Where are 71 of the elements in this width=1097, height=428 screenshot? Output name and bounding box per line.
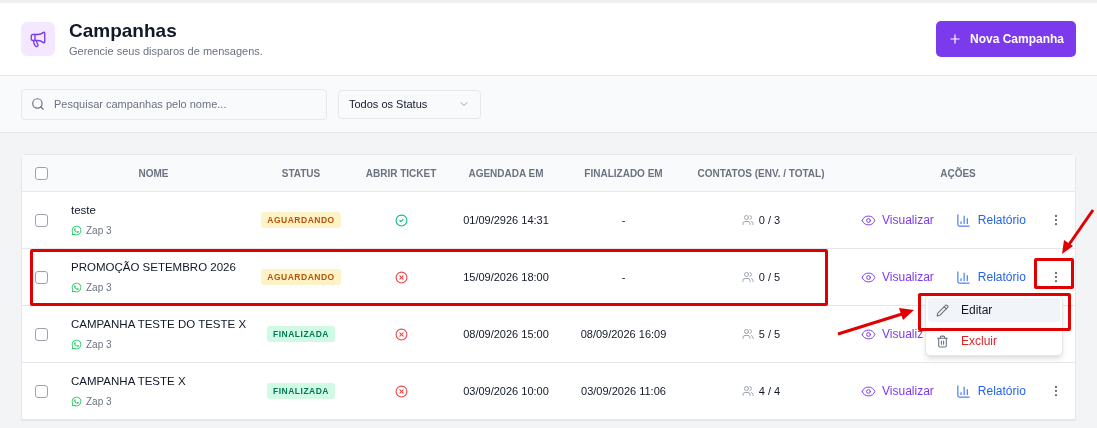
report-link[interactable]: Relatório — [955, 211, 1026, 229]
contacts-count: 0 / 3 — [758, 212, 781, 228]
campaign-name: CAMPANHA TESTE DO TESTE X — [71, 317, 246, 333]
trash-icon — [936, 334, 949, 348]
campaign-name: CAMPANHA TESTE X — [71, 374, 187, 390]
column-header: AÇÕES — [940, 166, 976, 181]
checkbox[interactable] — [35, 213, 48, 227]
view-link[interactable]: Visualizar — [861, 211, 934, 229]
eye-icon — [861, 326, 876, 342]
search-field[interactable]: Pesquisar campanhas pelo nome... — [21, 88, 327, 120]
menu-item[interactable]: Excluir — [928, 329, 1060, 353]
checkbox[interactable] — [35, 270, 48, 284]
campaign-name: PROMOÇÃO SETEMBRO 2026 — [71, 260, 237, 276]
column-header: ABRIR TICKET — [365, 166, 437, 181]
scheduled-date: 15/09/2026 18:00 — [463, 269, 549, 285]
report-link[interactable]: Relatório — [955, 382, 1026, 400]
status-badge: FINALIZADA — [267, 325, 335, 343]
chat-bubble-icon — [71, 338, 82, 350]
contacts-count: 5 / 5 — [758, 326, 781, 342]
view-link[interactable]: Visualizar — [861, 268, 934, 286]
bar-chart-icon — [955, 383, 971, 399]
contacts-count: 0 / 5 — [758, 269, 781, 285]
finished-date: 03/09/2026 11:06 — [581, 383, 666, 399]
status-badge: AGUARDANDO — [261, 211, 341, 229]
page-title: Campanhas — [69, 19, 178, 43]
connection-name: Zap 3 — [86, 337, 112, 352]
checkbox[interactable] — [35, 384, 48, 398]
page-subtitle: Gerencie seus disparos de mensagens. — [69, 44, 263, 59]
new-campaign-button[interactable]: Nova Campanha — [935, 21, 1076, 57]
column-header: FINALIZADO EM — [584, 166, 663, 181]
checkbox[interactable] — [35, 327, 48, 341]
users-icon — [741, 271, 754, 283]
users-icon — [741, 214, 754, 226]
scheduled-date: 08/09/2026 15:00 — [463, 326, 549, 342]
pencil-icon — [936, 303, 949, 317]
eye-icon — [861, 383, 876, 399]
finished-date: - — [621, 269, 626, 285]
highlight-frame — [1034, 258, 1074, 289]
bar-chart-icon — [955, 212, 971, 228]
users-icon — [741, 385, 754, 397]
connection-name: Zap 3 — [86, 223, 112, 238]
bar-chart-icon — [955, 269, 971, 285]
column-header: NOME — [138, 166, 169, 181]
chat-bubble-icon — [71, 281, 82, 293]
search-icon — [31, 96, 45, 111]
plus-icon — [947, 32, 962, 46]
view-link[interactable]: Visualizar — [861, 382, 934, 400]
eye-icon — [861, 269, 876, 285]
megaphone-icon — [21, 22, 55, 56]
column-header: CONTATOS (ENV. / TOTAL) — [697, 166, 825, 181]
users-icon — [741, 328, 754, 340]
connection-name: Zap 3 — [86, 394, 112, 409]
contacts-count: 4 / 4 — [758, 383, 781, 399]
column-header: AGENDADA EM — [468, 166, 544, 181]
column-header: STATUS — [281, 166, 321, 181]
finished-date: - — [621, 212, 626, 228]
chat-bubble-icon — [71, 224, 82, 236]
view-link[interactable]: Visualiz — [861, 325, 924, 343]
status-badge: FINALIZADA — [267, 382, 335, 400]
checkbox[interactable] — [35, 166, 48, 180]
eye-icon — [861, 212, 876, 228]
finished-date: 08/09/2026 16:09 — [580, 326, 667, 342]
scheduled-date: 01/09/2926 14:31 — [463, 212, 549, 228]
status-badge: AGUARDANDO — [261, 268, 341, 286]
campaign-name: teste — [71, 203, 97, 219]
connection-name: Zap 3 — [86, 280, 112, 295]
status-select[interactable]: Todos os Status — [338, 89, 481, 119]
scheduled-date: 03/09/2026 10:00 — [463, 383, 549, 399]
report-link[interactable]: Relatório — [955, 268, 1026, 286]
chat-bubble-icon — [71, 395, 82, 407]
menu-item[interactable]: Editar — [928, 298, 1060, 322]
